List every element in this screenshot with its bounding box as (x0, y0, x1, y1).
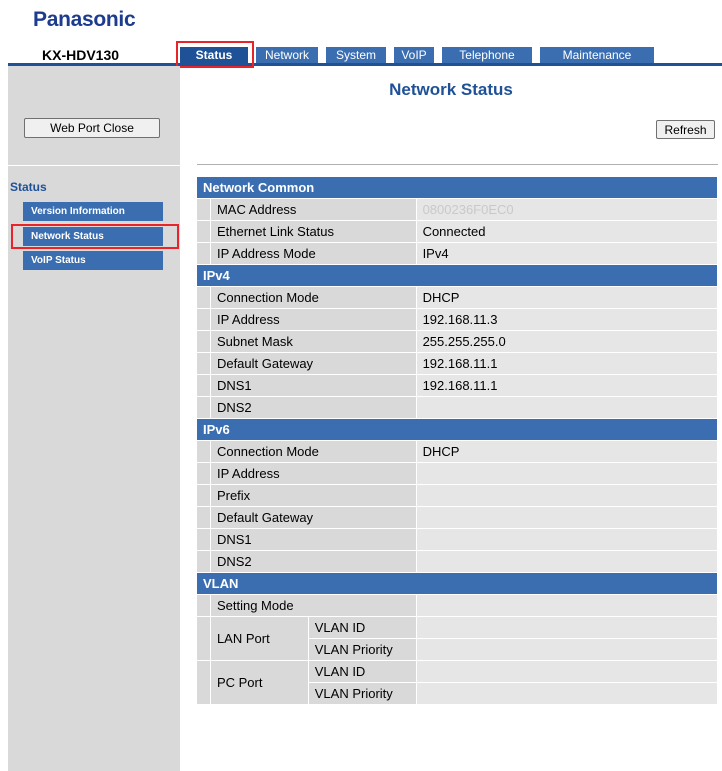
tab-telephone[interactable]: Telephone (442, 47, 532, 63)
lan-port-label: LAN Port (209, 616, 309, 661)
web-port-close-button[interactable]: Web Port Close (24, 118, 160, 138)
pc-vlan-id-value (415, 660, 719, 683)
refresh-button[interactable]: Refresh (656, 120, 715, 139)
ipv4-connection-mode-label: Connection Mode (209, 286, 417, 309)
vlan-setting-mode-label: Setting Mode (209, 594, 417, 617)
page-title: Network Status (389, 80, 513, 99)
ipv4-default-gateway-label: Default Gateway (209, 352, 417, 375)
header-divider (197, 164, 718, 165)
sidebar (8, 66, 180, 771)
sidebar-title: Status (10, 180, 47, 194)
ipv6-prefix-label: Prefix (209, 484, 417, 507)
ipv6-ip-address-value (415, 462, 719, 485)
ipv4-dns1-label: DNS1 (209, 374, 417, 397)
pc-port-label: PC Port (209, 660, 309, 705)
tab-maintenance[interactable]: Maintenance (540, 47, 654, 63)
lan-vlan-id-value (415, 616, 719, 639)
tab-system[interactable]: System (326, 47, 386, 63)
sidebar-divider (8, 165, 180, 166)
ipv6-dns2-value (415, 550, 719, 573)
ipv4-dns2-label: DNS2 (209, 396, 417, 419)
ipv6-prefix-value (415, 484, 719, 507)
ipv6-dns2-label: DNS2 (209, 550, 417, 573)
mac-address-label: MAC Address (209, 198, 417, 221)
ipv4-dns2-value (415, 396, 719, 419)
ipv6-dns1-value (415, 528, 719, 551)
tab-network[interactable]: Network (256, 47, 318, 63)
section-ipv6: IPv6 (196, 418, 718, 441)
vlan-setting-mode-value (415, 594, 719, 617)
ipv4-default-gateway-value: 192.168.11.1 (415, 352, 719, 375)
panasonic-logo: Panasonic (33, 8, 136, 31)
status-tab-highlight (176, 41, 254, 68)
pc-vlan-priority-label: VLAN Priority (307, 682, 417, 705)
network-status-highlight (11, 224, 179, 249)
pc-vlan-id-label: VLAN ID (307, 660, 417, 683)
ipv4-subnet-mask-value: 255.255.255.0 (415, 330, 719, 353)
ethernet-link-status-value: Connected (415, 220, 719, 243)
section-vlan: VLAN (196, 572, 718, 595)
tab-voip[interactable]: VoIP (394, 47, 434, 63)
ipv6-default-gateway-value (415, 506, 719, 529)
ipv6-ip-address-label: IP Address (209, 462, 417, 485)
mac-address-value: 0800236F0EC0 (415, 198, 719, 221)
ip-address-mode-label: IP Address Mode (209, 242, 417, 265)
sidebar-item-voip-status[interactable]: VoIP Status (23, 251, 163, 270)
sidebar-item-version-information[interactable]: Version Information (23, 202, 163, 221)
lan-vlan-priority-label: VLAN Priority (307, 638, 417, 661)
lan-vlan-id-label: VLAN ID (307, 616, 417, 639)
ip-address-mode-value: IPv4 (415, 242, 719, 265)
pc-vlan-priority-value (415, 682, 719, 705)
ipv6-dns1-label: DNS1 (209, 528, 417, 551)
ipv6-connection-mode-value: DHCP (415, 440, 719, 463)
model-name: KX-HDV130 (42, 47, 120, 63)
ipv4-dns1-value: 192.168.11.1 (415, 374, 719, 397)
network-status-table: Network Common MAC Address 0800236F0EC0 E… (196, 176, 719, 705)
section-ipv4: IPv4 (196, 264, 718, 287)
ipv4-ip-address-value: 192.168.11.3 (415, 308, 719, 331)
ipv4-subnet-mask-label: Subnet Mask (209, 330, 417, 353)
ipv4-connection-mode-value: DHCP (415, 286, 719, 309)
ethernet-link-status-label: Ethernet Link Status (209, 220, 417, 243)
ipv6-connection-mode-label: Connection Mode (209, 440, 417, 463)
lan-vlan-priority-value (415, 638, 719, 661)
ipv4-ip-address-label: IP Address (209, 308, 417, 331)
section-network-common: Network Common (196, 176, 718, 199)
ipv6-default-gateway-label: Default Gateway (209, 506, 417, 529)
